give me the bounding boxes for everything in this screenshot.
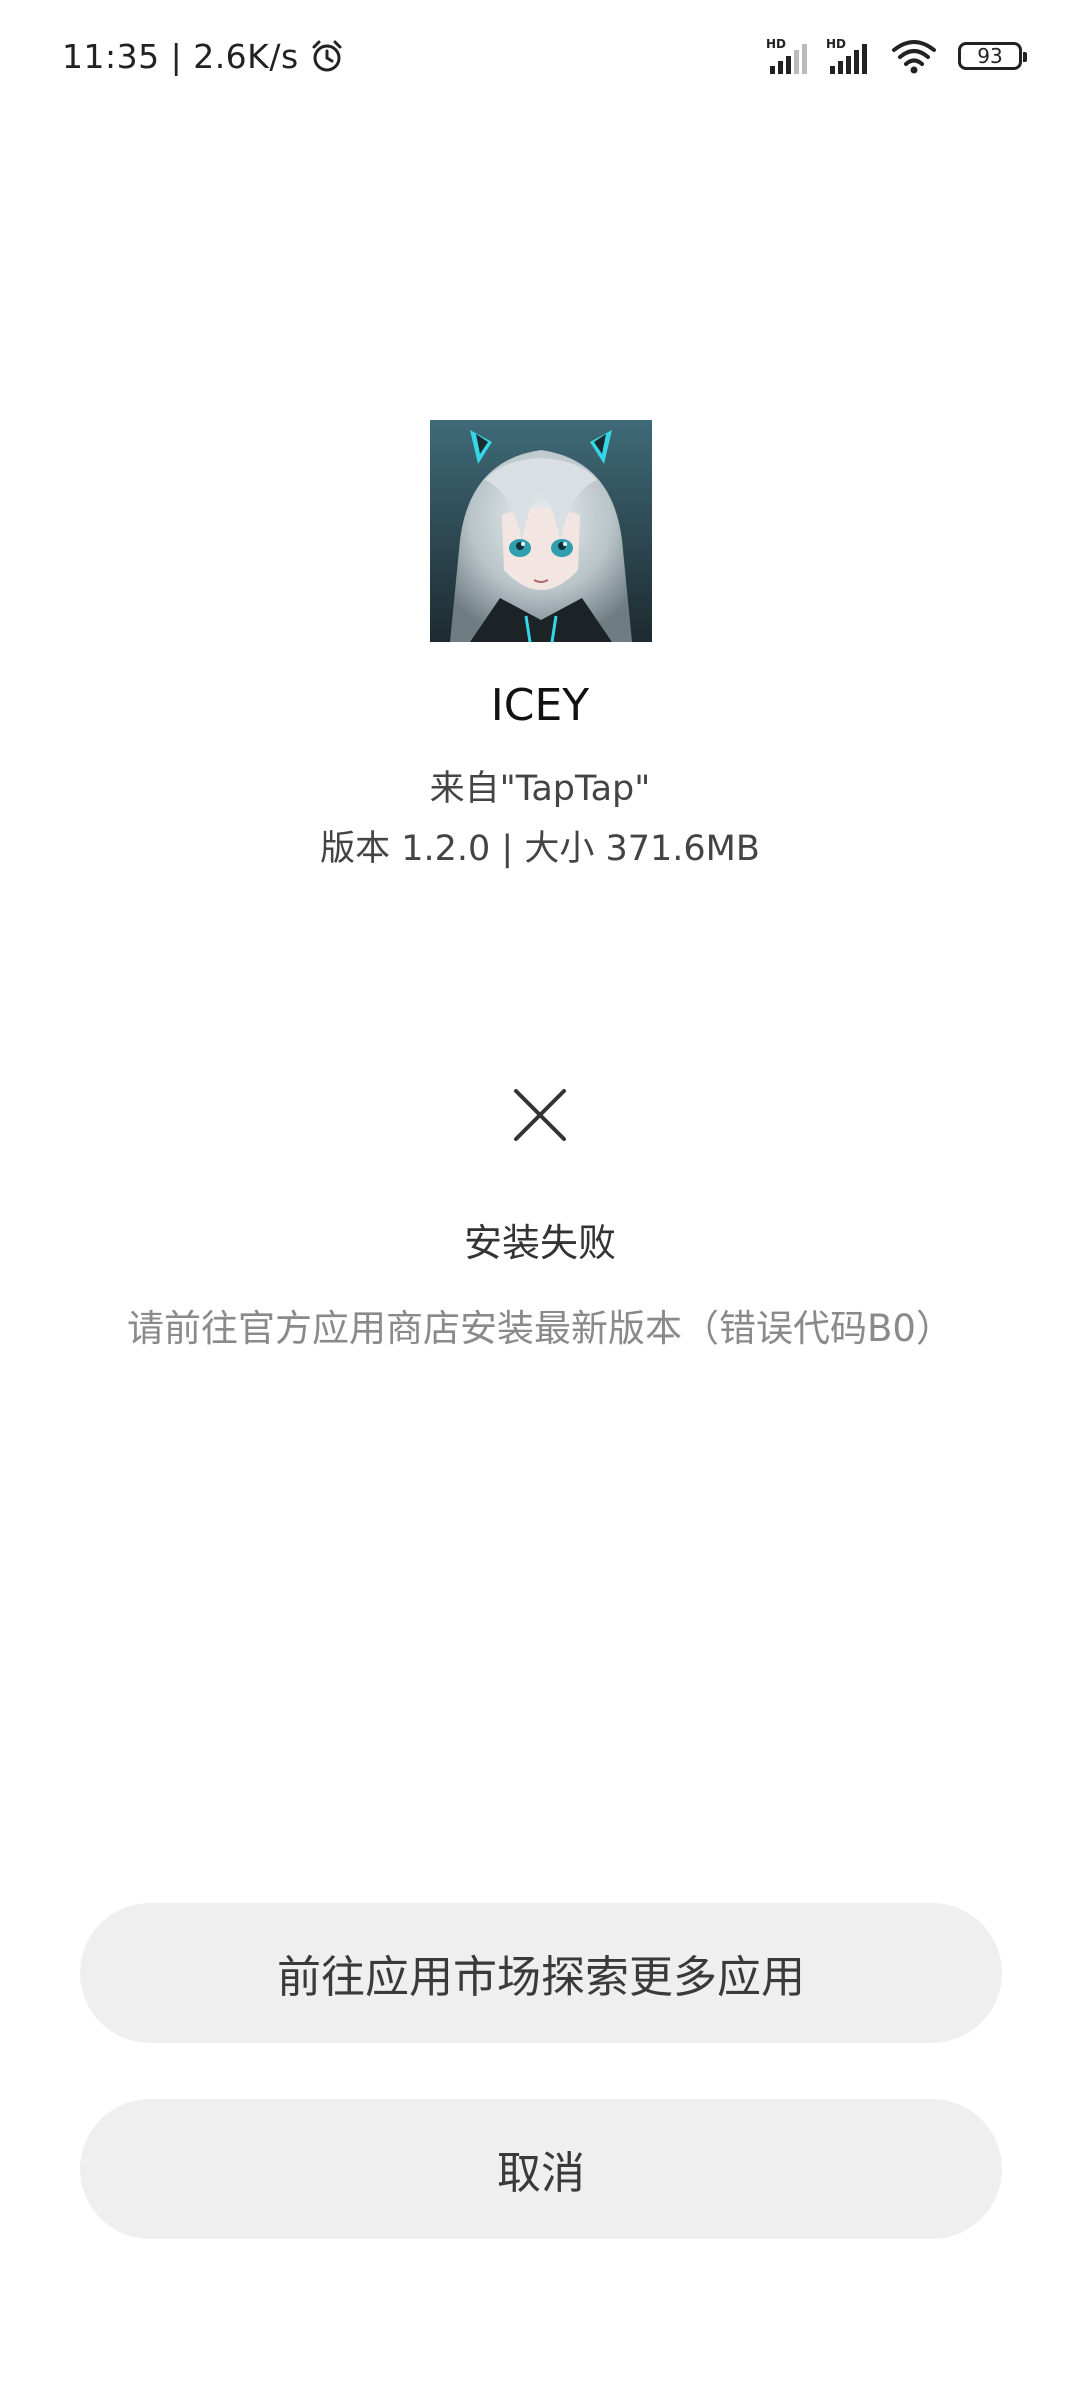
install-failed-description: 请前往官方应用商店安装最新版本（错误代码B0） — [127, 1307, 953, 1350]
signal-hd-icon: HD — [766, 37, 807, 74]
svg-text:HD: HD — [826, 37, 846, 51]
cancel-button[interactable]: 取消 — [80, 2099, 1002, 2239]
battery-icon: 93 — [958, 42, 1027, 70]
signal-hd-icon: HD — [826, 37, 867, 74]
app-name: ICEY — [490, 680, 590, 731]
app-icon — [430, 420, 652, 642]
wifi-icon — [892, 40, 936, 74]
app-version-size: 版本 1.2.0 | 大小 371.6MB — [320, 829, 760, 869]
battery-level: 93 — [977, 44, 1003, 68]
close-icon — [514, 1089, 566, 1141]
time-speed-text: 11:35 | 2.6K/s — [62, 36, 299, 76]
status-left: 11:35 | 2.6K/s — [62, 30, 345, 82]
app-source: 来自"TapTap" — [429, 769, 651, 809]
explore-market-button[interactable]: 前往应用市场探索更多应用 — [80, 1903, 1002, 2043]
alarm-icon — [312, 40, 342, 72]
install-failed-title: 安装失败 — [463, 1221, 616, 1265]
status-bar: 11:35 | 2.6K/s HD HD 93 — [0, 0, 1080, 110]
svg-text:HD: HD — [766, 37, 786, 51]
status-right: HD HD 93 — [766, 30, 1027, 82]
